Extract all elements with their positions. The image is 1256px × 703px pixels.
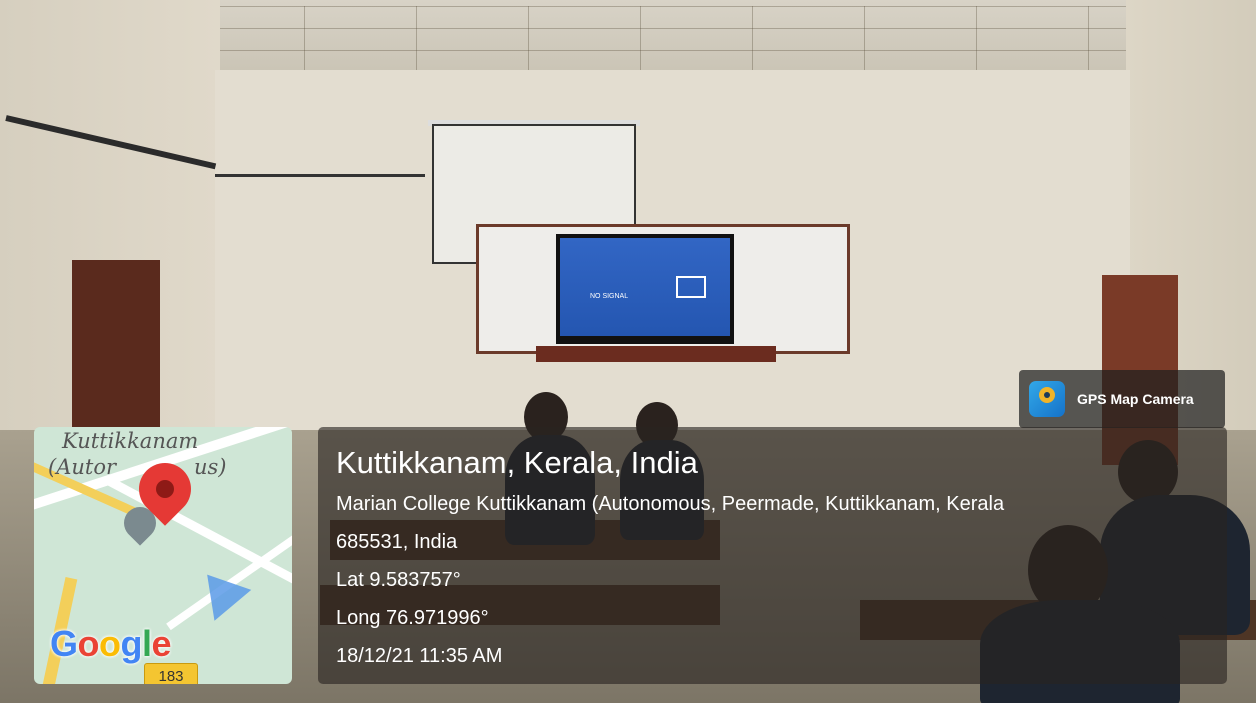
latitude: Lat 9.583757° xyxy=(336,569,461,591)
map-thumbnail: Kuttikkanam (Autor us) Google 183 xyxy=(34,427,292,684)
wall-conduit xyxy=(215,174,425,177)
gps-map-camera-badge: GPS Map Camera xyxy=(1019,370,1225,428)
longitude: Long 76.971996° xyxy=(336,607,489,629)
left-door xyxy=(72,260,160,430)
address-line-2: 685531, India xyxy=(336,531,458,553)
map-place-label: Kuttikkanam xyxy=(62,429,199,453)
map-place-label-suffix: us) xyxy=(194,455,227,479)
map-place-label: (Autor xyxy=(48,455,117,479)
tv-no-signal-text: NO SIGNAL xyxy=(590,293,629,300)
location-info-panel: Kuttikkanam, Kerala, India Marian Colleg… xyxy=(318,427,1227,684)
google-logo: Google xyxy=(50,623,172,664)
location-title: Kuttikkanam, Kerala, India xyxy=(336,445,698,480)
address-line-1: Marian College Kuttikkanam (Autonomous, … xyxy=(336,493,1005,515)
map-pin-app-icon xyxy=(1029,381,1065,417)
badge-label: GPS Map Camera xyxy=(1077,391,1194,407)
tv-display: NO SIGNAL xyxy=(556,234,734,344)
navigation-arrow-icon xyxy=(188,559,252,621)
monitor-icon xyxy=(676,276,706,298)
datetime: 18/12/21 11:35 AM xyxy=(336,645,503,667)
tv-stand xyxy=(536,346,776,362)
road-number-shield: 183 xyxy=(144,663,198,684)
